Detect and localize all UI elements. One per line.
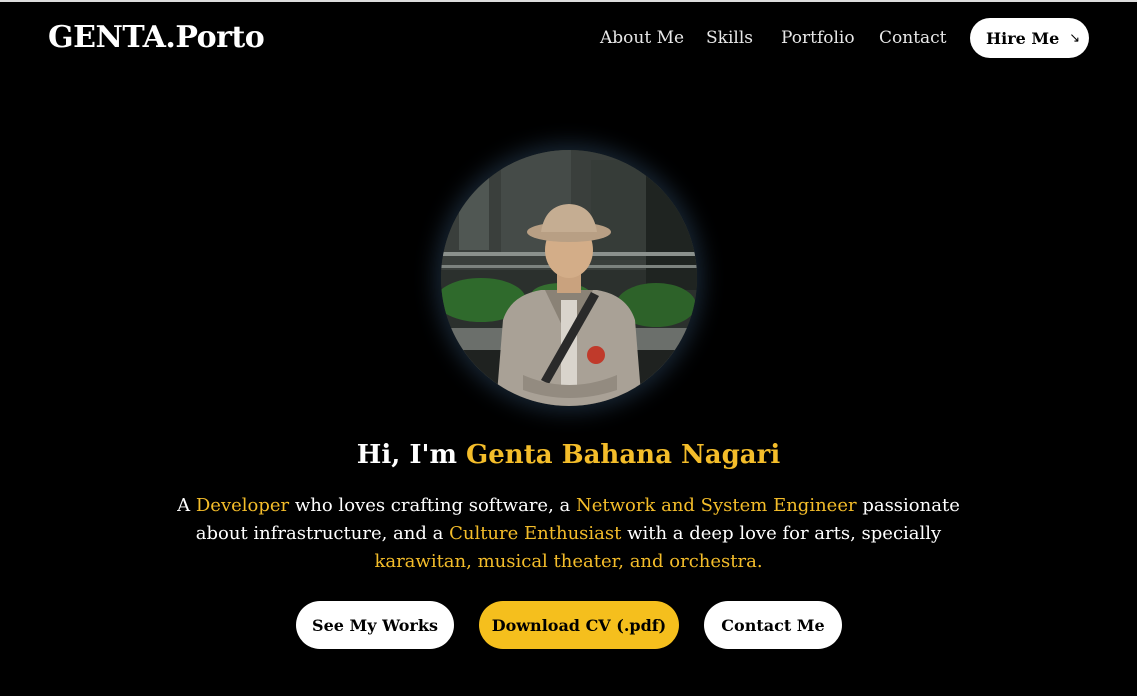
desc-highlight-engineer: Network and System Engineer [575,495,857,516]
nav-link-skills[interactable]: Skills [706,28,753,48]
nav-link-contact[interactable]: Contact [879,28,947,48]
see-my-works-button[interactable]: See My Works [296,601,454,649]
desc-text-1: A [177,495,196,516]
nav-link-portfolio[interactable]: Portfolio [781,28,855,48]
hero-title: Hi, I'm Genta Bahana Nagari [0,440,1137,470]
hire-me-button[interactable]: Hire Me ↘ [970,18,1089,58]
page: GENTA.Porto About Me Skills Portfolio Co… [0,0,1137,696]
profile-photo [441,150,697,406]
hire-me-label: Hire Me [986,28,1060,48]
profile-avatar [441,150,697,406]
hero-description: A Developer who loves crafting software,… [155,492,982,576]
nav-link-about-me[interactable]: About Me [600,28,684,48]
arrow-down-right-icon: ↘ [1069,30,1081,46]
desc-highlight-developer: Developer [195,495,290,516]
contact-me-button[interactable]: Contact Me [704,601,842,649]
desc-text-2: who loves crafting software, a [289,495,576,516]
desc-highlight-culture: Culture Enthusiast [449,523,622,544]
desc-text-4: with a deep love for arts, specially [621,523,942,544]
desc-highlight-arts: karawitan, musical theater, and orchestr… [374,551,763,572]
hero-greeting: Hi, I'm [356,440,457,470]
hero-name: Genta Bahana Nagari [466,440,781,470]
main-nav: About Me Skills Portfolio Contact [0,28,1137,52]
site-header: GENTA.Porto About Me Skills Portfolio Co… [0,2,1137,78]
download-cv-button[interactable]: Download CV (.pdf) [479,601,679,649]
